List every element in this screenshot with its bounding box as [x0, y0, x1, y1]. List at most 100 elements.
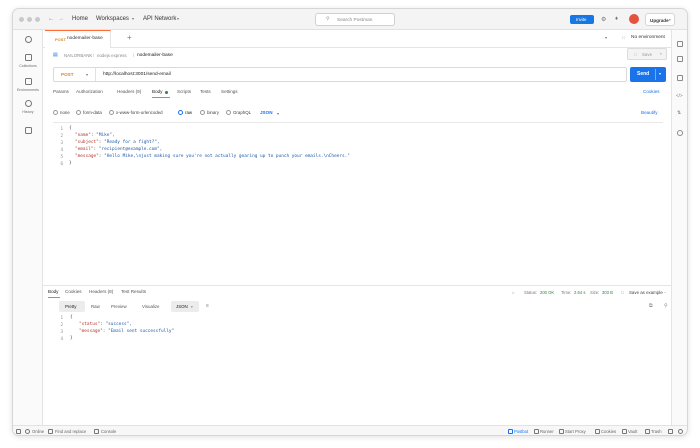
cookies-button[interactable]: Cookies	[601, 429, 616, 434]
tab-nodemailer-base[interactable]: POST nodemailer-base	[45, 30, 111, 48]
api-icon[interactable]	[677, 41, 683, 47]
body-type-urlencoded-radio[interactable]	[109, 110, 114, 115]
active-tab-underline	[48, 297, 60, 298]
info-icon[interactable]	[677, 130, 683, 136]
help-icon[interactable]	[678, 429, 683, 434]
tab-tests[interactable]: Tests	[200, 89, 211, 94]
response-tab-body[interactable]: Body	[48, 289, 58, 294]
chevron-down-icon: ▾	[132, 16, 134, 21]
view-preview-button[interactable]: Preview	[111, 304, 127, 309]
body-type-form-data-radio[interactable]	[76, 110, 81, 115]
response-tab-headers[interactable]: Headers (8)	[89, 289, 113, 294]
nav-workspaces[interactable]: Workspaces	[96, 16, 129, 22]
search-icon: ⚲	[326, 17, 330, 22]
online-status[interactable]: Online	[32, 429, 44, 434]
json-key: "email"	[75, 147, 94, 152]
copy-icon[interactable]: ⧉	[649, 303, 653, 309]
method-select[interactable]: POST ▾	[54, 68, 96, 81]
json-value: "recipient@example.com",	[99, 147, 162, 152]
notification-bell-icon[interactable]: ♦	[615, 16, 618, 22]
body-type-graphql-radio[interactable]	[226, 110, 231, 115]
send-button[interactable]: Send ▾	[630, 67, 666, 82]
body-type-none-radio[interactable]	[53, 110, 58, 115]
start-proxy-button[interactable]: Start Proxy	[565, 429, 586, 434]
tab-params[interactable]: Params	[53, 89, 69, 94]
documentation-icon[interactable]	[677, 56, 683, 62]
new-tab-plus-icon[interactable]: +	[127, 33, 132, 42]
filter-lines-icon[interactable]: ≡	[206, 303, 209, 309]
zoom-window-dot[interactable]	[35, 17, 40, 22]
nav-home[interactable]: Home	[72, 16, 88, 22]
upgrade-button[interactable]: Upgrade ▾	[645, 13, 675, 26]
close-window-dot[interactable]	[19, 17, 24, 22]
search-input[interactable]: ⚲ Search Postman	[315, 13, 395, 26]
response-body-viewer[interactable]: 1 { 2 "status": "success", 3 "message": …	[53, 315, 668, 365]
chevron-down-icon[interactable]: ▾	[605, 35, 607, 40]
minimize-window-dot[interactable]	[27, 17, 32, 22]
runner-button[interactable]: Runner	[540, 429, 554, 434]
view-visualize-button[interactable]: Visualize	[142, 304, 160, 309]
tab-method: POST	[55, 37, 66, 42]
breadcrumb-workspace[interactable]: NAILORBANK	[64, 53, 92, 58]
user-icon[interactable]	[25, 36, 32, 43]
environment-selector[interactable]: No environment	[631, 35, 665, 40]
beautify-link[interactable]: Beautify	[641, 110, 658, 115]
body-type-raw-radio[interactable]	[178, 110, 183, 115]
code-line: "status": "success",	[79, 322, 132, 327]
chevron-down-icon: ▾	[669, 18, 671, 22]
sidebar-item-collections[interactable]: Collections	[13, 52, 43, 70]
vault-icon	[622, 429, 627, 434]
code-snippet-icon[interactable]: </>	[676, 93, 683, 98]
response-format-select[interactable]: JSON ▾	[171, 301, 199, 312]
body-format-select[interactable]: JSON	[260, 110, 273, 115]
view-raw-button[interactable]: Raw	[91, 304, 100, 309]
body-type-binary-radio[interactable]	[200, 110, 205, 115]
sidebar-toggle-icon[interactable]	[16, 429, 21, 434]
find-icon	[48, 429, 53, 434]
postbot-button[interactable]: Postbot	[514, 429, 528, 434]
sync-icon[interactable]: ⇅	[677, 110, 681, 116]
invite-button[interactable]: Invite	[570, 15, 594, 24]
cookies-link[interactable]: Cookies	[643, 89, 660, 94]
sidebar-item-environments[interactable]: Environments	[13, 76, 43, 94]
find-and-replace-button[interactable]: Find and replace	[55, 429, 86, 434]
request-body-editor[interactable]: 1 { 2 "name": "Mike", 3 "subject": "Read…	[53, 122, 663, 282]
sidebar-item-history[interactable]: History	[13, 98, 43, 116]
json-value: "Mike",	[96, 133, 115, 138]
chevron-down-icon[interactable]: ▾	[659, 71, 661, 76]
status-label: Status:	[524, 290, 537, 295]
tab-body[interactable]: Body	[152, 89, 162, 94]
view-pretty-button[interactable]: Pretty	[59, 301, 85, 312]
response-tab-test-results[interactable]: Test Results	[121, 289, 146, 294]
json-value: "success",	[105, 322, 131, 327]
code-line: "message": "Hello Mike,\njust making sur…	[75, 154, 350, 159]
settings-gear-icon[interactable]: ⚙	[601, 16, 606, 23]
response-tab-cookies[interactable]: Cookies	[65, 289, 82, 294]
tab-authorization[interactable]: Authorization	[76, 89, 103, 94]
avatar[interactable]	[629, 14, 639, 24]
comments-icon[interactable]	[677, 75, 683, 81]
nav-api-network[interactable]: API Network	[143, 16, 176, 22]
grid-layout-icon[interactable]	[668, 429, 673, 434]
save-as-example-button[interactable]: Save as example	[629, 290, 663, 295]
search-icon[interactable]: ⚲	[664, 303, 668, 309]
url-input[interactable]: http://localhost:3001/send-email	[103, 72, 171, 77]
back-arrow-icon[interactable]: ←	[48, 16, 54, 22]
tab-scripts[interactable]: Scripts	[177, 89, 191, 94]
forward-arrow-icon[interactable]: →	[58, 16, 64, 22]
tab-settings[interactable]: Settings	[221, 89, 238, 94]
json-value: "Hello Mike,\njust making sure you're no…	[104, 154, 350, 159]
tab-headers[interactable]: Headers (9)	[117, 89, 141, 94]
vault-button[interactable]: Vault	[628, 429, 637, 434]
sidebar-item-apps[interactable]	[13, 125, 43, 137]
trash-button[interactable]: Trash	[651, 429, 662, 434]
more-options-icon[interactable]: ⋯	[662, 290, 666, 296]
console-icon	[94, 429, 99, 434]
save-button[interactable]: □ Save ▾	[627, 48, 667, 60]
console-button[interactable]: Console	[101, 429, 116, 434]
chevron-down-icon: ▾	[191, 305, 193, 309]
response-format-value: JSON	[176, 304, 188, 309]
breadcrumb-collection[interactable]: nodejs express	[97, 53, 127, 58]
json-key: "message"	[79, 329, 103, 334]
history-icon	[25, 100, 32, 107]
